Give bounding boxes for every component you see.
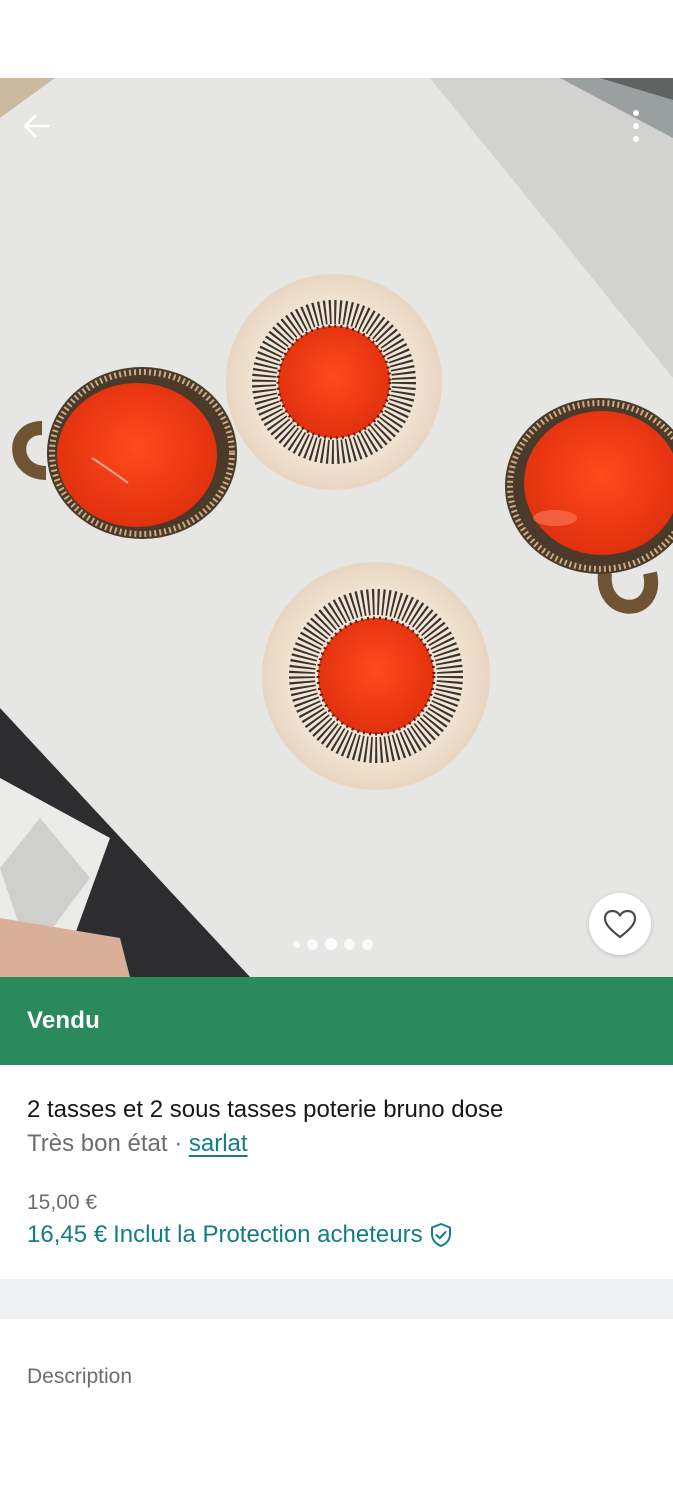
- gallery-dot-active[interactable]: [325, 938, 337, 950]
- meta-separator: ·: [167, 1130, 189, 1157]
- description-section: Description: [0, 1319, 673, 1435]
- gallery-pagination: [293, 938, 373, 950]
- price-with-protection: 16,45 €: [27, 1221, 108, 1248]
- item-title: 2 tasses et 2 sous tasses poterie bruno …: [27, 1096, 504, 1123]
- more-options-button[interactable]: [619, 104, 653, 148]
- item-meta: Très bon état · sarlat: [27, 1128, 646, 1160]
- section-divider: [0, 1279, 673, 1319]
- arrow-left-icon: [23, 114, 50, 138]
- back-button[interactable]: [16, 106, 56, 146]
- description-title: Description: [27, 1365, 133, 1388]
- status-bar-area: [0, 0, 673, 78]
- gallery-dot[interactable]: [344, 938, 355, 950]
- item-price: 15,00 €: [27, 1191, 98, 1214]
- protection-label: Inclut la Protection acheteurs: [113, 1221, 423, 1248]
- item-photo[interactable]: [0, 78, 673, 977]
- buyer-protection-price[interactable]: 16,45 € Inclut la Protection acheteurs: [27, 1218, 646, 1252]
- gallery-dot[interactable]: [307, 938, 318, 950]
- more-vertical-icon: [633, 110, 639, 142]
- gallery-dot[interactable]: [293, 940, 300, 948]
- shield-check-icon: [430, 1223, 451, 1247]
- status-label: Vendu: [27, 1007, 101, 1034]
- item-info: 2 tasses et 2 sous tasses poterie bruno …: [0, 1065, 673, 1279]
- item-condition: Très bon état: [27, 1130, 168, 1157]
- gallery-dot[interactable]: [362, 938, 373, 950]
- heart-icon: [603, 909, 637, 939]
- sold-status-banner: Vendu: [0, 977, 673, 1065]
- seller-link[interactable]: sarlat: [189, 1130, 248, 1157]
- product-image: [0, 78, 673, 977]
- favorite-button[interactable]: [589, 893, 651, 955]
